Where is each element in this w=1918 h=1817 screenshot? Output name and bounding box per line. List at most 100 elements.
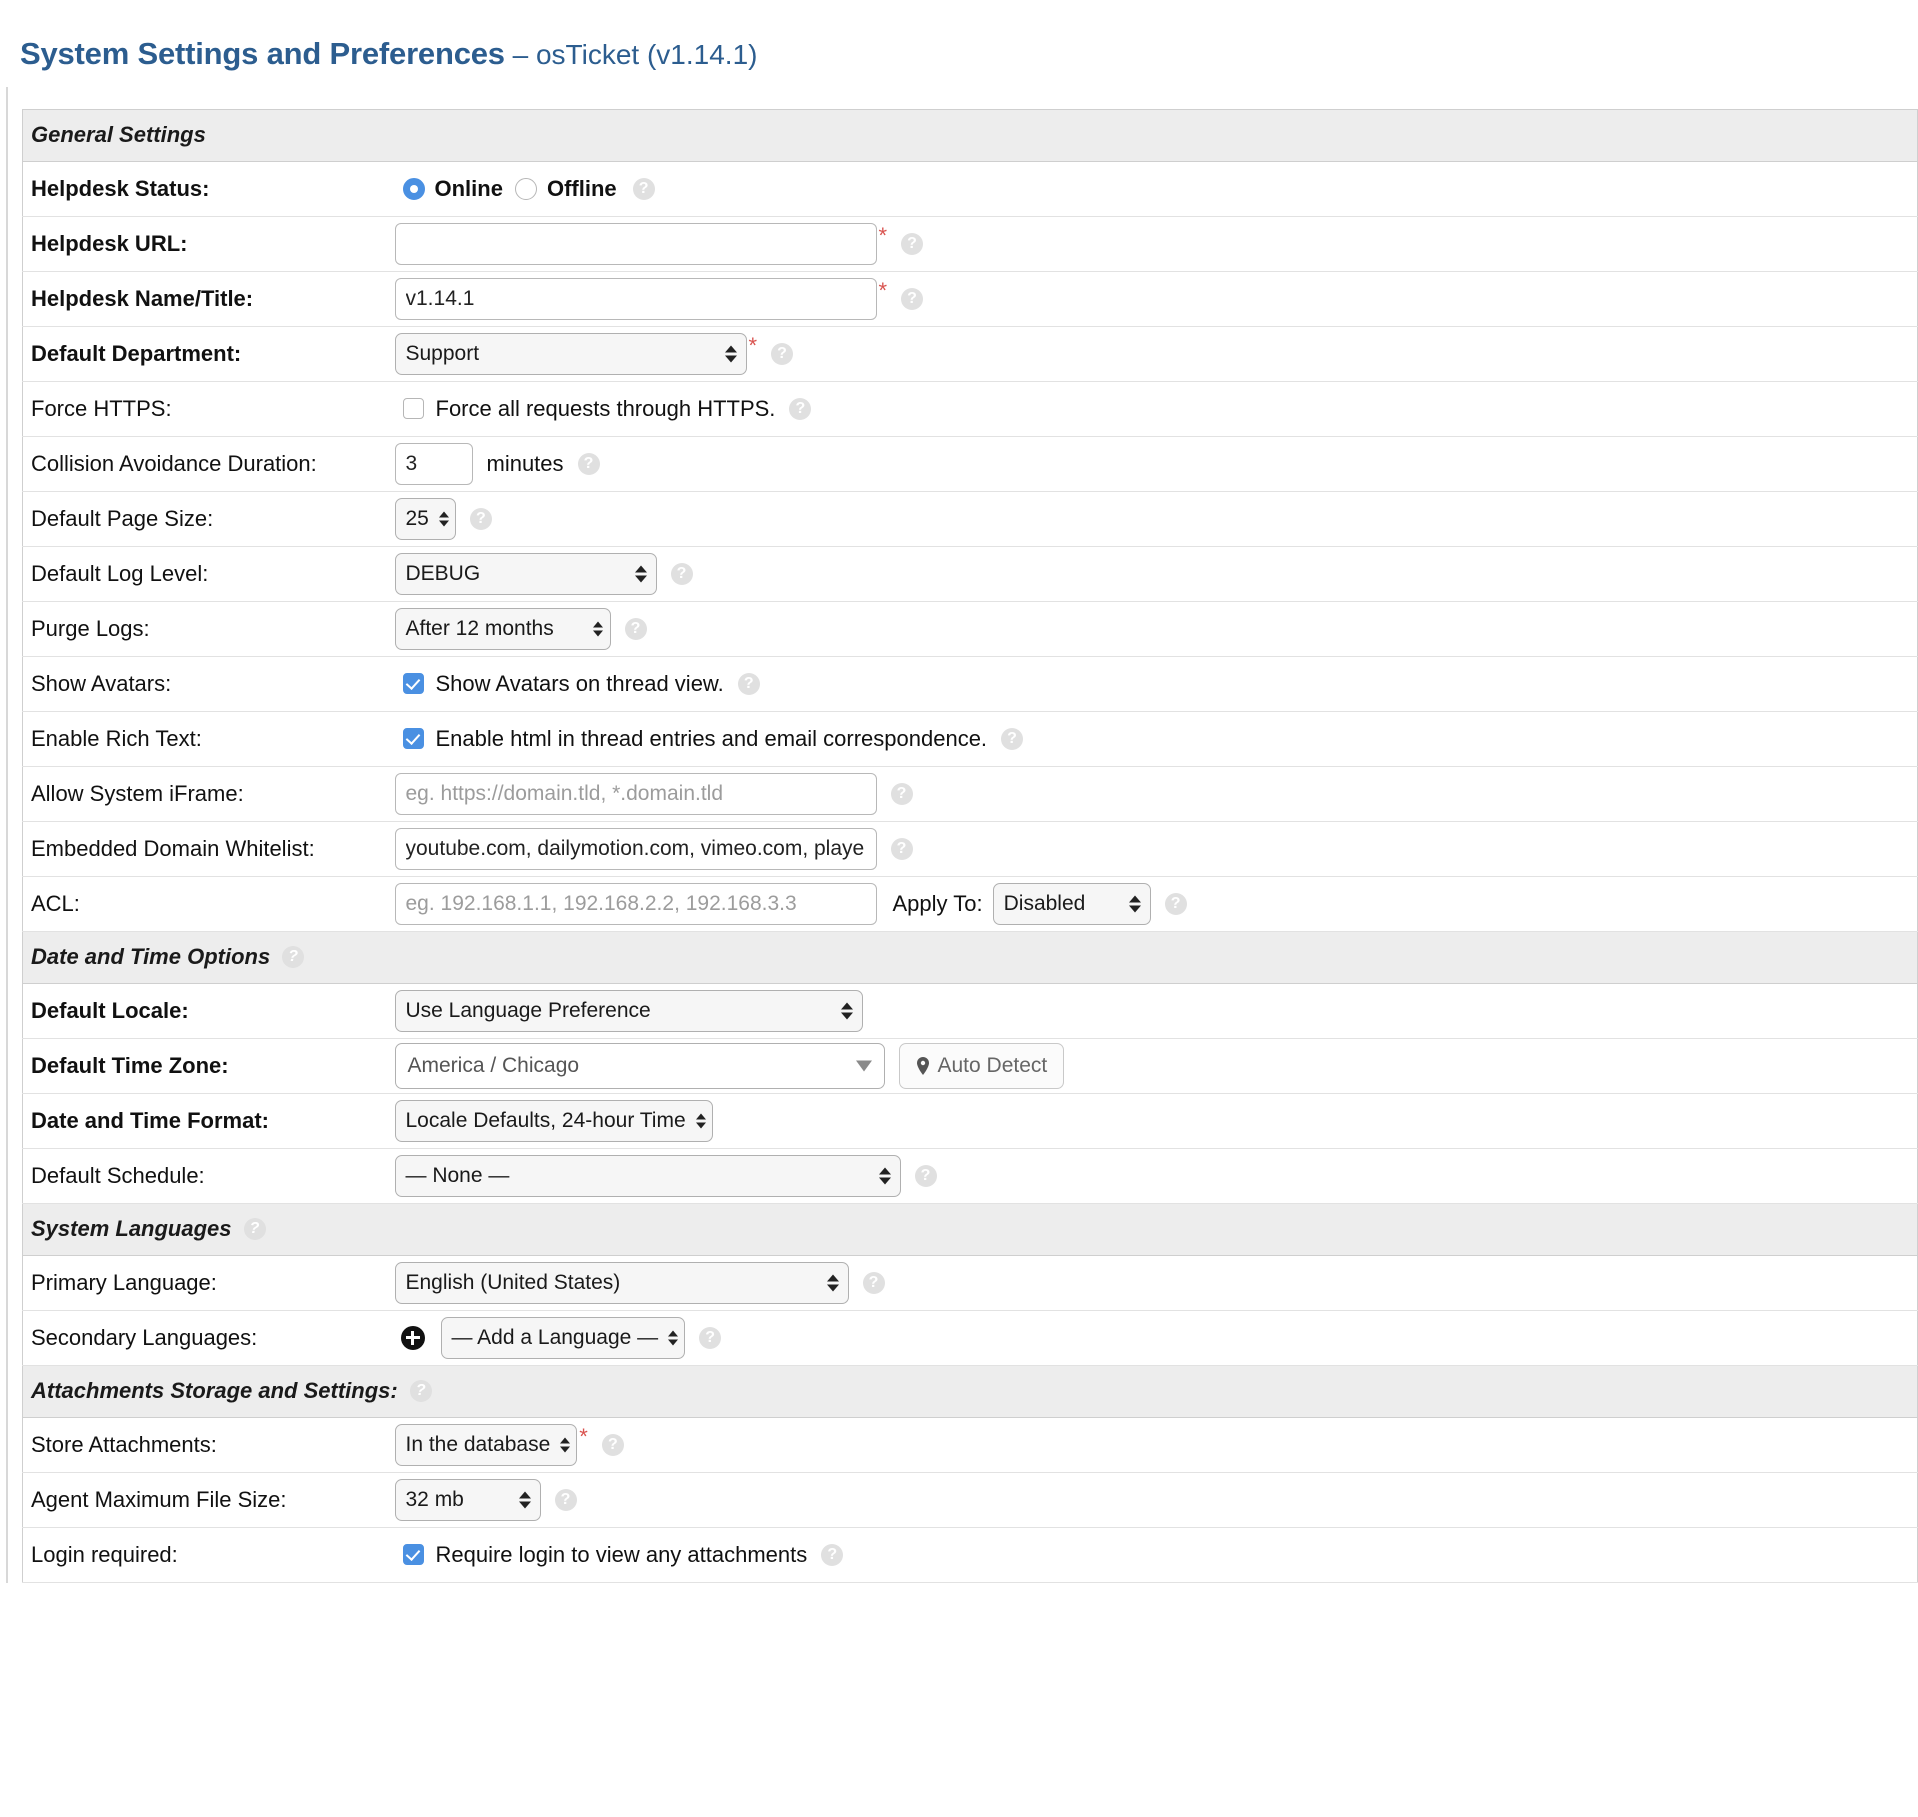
default-schedule-value: — None — <box>406 1164 510 1188</box>
date-time-format-value: Locale Defaults, 24-hour Time <box>406 1109 686 1133</box>
help-icon[interactable]: ? <box>470 508 492 530</box>
force-https-checkbox[interactable] <box>403 398 424 419</box>
default-schedule-select[interactable]: — None — <box>395 1155 901 1197</box>
row-show-avatars: Show Avatars: Show Avatars on thread vie… <box>23 656 1918 711</box>
page-title: System Settings and Preferences – osTick… <box>0 21 1918 88</box>
help-icon[interactable]: ? <box>915 1165 937 1187</box>
radio-helpdesk-online[interactable] <box>403 178 425 200</box>
login-required-checkbox[interactable] <box>403 1544 424 1565</box>
default-department-select[interactable]: Support <box>395 333 747 375</box>
label-default-department: Default Department: <box>23 326 395 381</box>
acl-input[interactable] <box>395 883 877 925</box>
auto-detect-button[interactable]: Auto Detect <box>899 1043 1065 1089</box>
select-arrows-icon <box>439 511 449 526</box>
label-helpdesk-name: Helpdesk Name/Title: <box>23 271 395 326</box>
label-login-required: Login required: <box>23 1527 395 1582</box>
help-icon[interactable]: ? <box>771 343 793 365</box>
agent-max-file-size-select[interactable]: 32 mb <box>395 1479 541 1521</box>
allow-iframe-input[interactable] <box>395 773 877 815</box>
help-icon[interactable]: ? <box>891 783 913 805</box>
required-marker: * <box>579 1418 588 1450</box>
row-acl: ACL: Apply To: Disabled ? <box>23 876 1918 931</box>
row-default-locale: Default Locale: Use Language Preference <box>23 983 1918 1038</box>
help-icon[interactable]: ? <box>671 563 693 585</box>
add-language-icon[interactable] <box>401 1326 425 1350</box>
row-primary-language: Primary Language: English (United States… <box>23 1255 1918 1310</box>
default-department-value: Support <box>406 342 480 366</box>
rich-text-checkbox[interactable] <box>403 728 424 749</box>
select-arrows-icon <box>725 345 737 362</box>
label-default-locale: Default Locale: <box>23 983 395 1038</box>
default-time-zone-value: America / Chicago <box>408 1054 580 1078</box>
row-purge-logs: Purge Logs: After 12 months ? <box>23 601 1918 656</box>
label-online: Online <box>435 176 503 202</box>
help-icon[interactable]: ? <box>602 1434 624 1456</box>
helpdesk-url-input[interactable] <box>395 223 877 265</box>
help-icon[interactable]: ? <box>789 398 811 420</box>
label-primary-language: Primary Language: <box>23 1255 395 1310</box>
help-icon[interactable]: ? <box>625 618 647 640</box>
select-arrows-icon <box>696 1113 706 1128</box>
select-arrows-icon <box>879 1167 891 1184</box>
chevron-down-icon <box>856 1060 872 1071</box>
row-store-attachments: Store Attachments: In the database * ? <box>23 1417 1918 1472</box>
row-default-time-zone: Default Time Zone: America / Chicago Aut… <box>23 1038 1918 1093</box>
default-page-size-select[interactable]: 25 <box>395 498 456 540</box>
embedded-whitelist-input[interactable] <box>395 828 877 870</box>
radio-helpdesk-offline[interactable] <box>515 178 537 200</box>
date-time-format-select[interactable]: Locale Defaults, 24-hour Time <box>395 1100 713 1142</box>
collision-duration-input[interactable] <box>395 443 473 485</box>
section-header-datetime: Date and Time Options ? <box>23 931 1918 983</box>
section-title-general: General Settings <box>31 122 206 148</box>
help-icon[interactable]: ? <box>410 1380 432 1402</box>
default-time-zone-select[interactable]: America / Chicago <box>395 1043 885 1089</box>
required-marker: * <box>879 272 888 304</box>
help-icon[interactable]: ? <box>901 233 923 255</box>
acl-apply-to-value: Disabled <box>1004 892 1086 916</box>
help-icon[interactable]: ? <box>555 1489 577 1511</box>
purge-logs-select[interactable]: After 12 months <box>395 608 611 650</box>
help-icon[interactable]: ? <box>578 453 600 475</box>
help-icon[interactable]: ? <box>821 1544 843 1566</box>
row-helpdesk-url: Helpdesk URL: * ? <box>23 216 1918 271</box>
store-attachments-value: In the database <box>406 1433 551 1457</box>
acl-apply-to-select[interactable]: Disabled <box>993 883 1151 925</box>
select-arrows-icon <box>593 621 603 636</box>
label-offline: Offline <box>547 176 617 202</box>
label-minutes-unit: minutes <box>487 451 564 477</box>
label-helpdesk-status: Helpdesk Status: <box>23 161 395 216</box>
row-allow-iframe: Allow System iFrame: ? <box>23 766 1918 821</box>
section-header-attachments: Attachments Storage and Settings: ? <box>23 1365 1918 1417</box>
help-icon[interactable]: ? <box>1165 893 1187 915</box>
help-icon[interactable]: ? <box>282 946 304 968</box>
help-icon[interactable]: ? <box>891 838 913 860</box>
help-icon[interactable]: ? <box>901 288 923 310</box>
default-locale-select[interactable]: Use Language Preference <box>395 990 863 1032</box>
row-helpdesk-name: Helpdesk Name/Title: * ? <box>23 271 1918 326</box>
help-icon[interactable]: ? <box>738 673 760 695</box>
row-login-required: Login required: Require login to view an… <box>23 1527 1918 1582</box>
help-icon[interactable]: ? <box>633 178 655 200</box>
helpdesk-name-input[interactable] <box>395 278 877 320</box>
label-default-time-zone: Default Time Zone: <box>23 1038 395 1093</box>
default-page-size-value: 25 <box>406 507 429 531</box>
default-log-level-select[interactable]: DEBUG <box>395 553 657 595</box>
secondary-language-select[interactable]: — Add a Language — <box>441 1317 686 1359</box>
label-enable-rich-text: Enable Rich Text: <box>23 711 395 766</box>
help-icon[interactable]: ? <box>699 1327 721 1349</box>
settings-table: General Settings Helpdesk Status: Online… <box>22 109 1918 1583</box>
default-log-level-value: DEBUG <box>406 562 481 586</box>
agent-max-file-size-value: 32 mb <box>406 1488 464 1512</box>
store-attachments-select[interactable]: In the database <box>395 1424 578 1466</box>
primary-language-select[interactable]: English (United States) <box>395 1262 849 1304</box>
purge-logs-value: After 12 months <box>406 617 554 641</box>
row-secondary-languages: Secondary Languages: — Add a Language — … <box>23 1310 1918 1365</box>
help-icon[interactable]: ? <box>1001 728 1023 750</box>
show-avatars-checkbox[interactable] <box>403 673 424 694</box>
label-acl: ACL: <box>23 876 395 931</box>
help-icon[interactable]: ? <box>244 1218 266 1240</box>
label-force-https: Force HTTPS: <box>23 381 395 436</box>
label-default-schedule: Default Schedule: <box>23 1148 395 1203</box>
help-icon[interactable]: ? <box>863 1272 885 1294</box>
section-header-general: General Settings <box>23 109 1918 161</box>
